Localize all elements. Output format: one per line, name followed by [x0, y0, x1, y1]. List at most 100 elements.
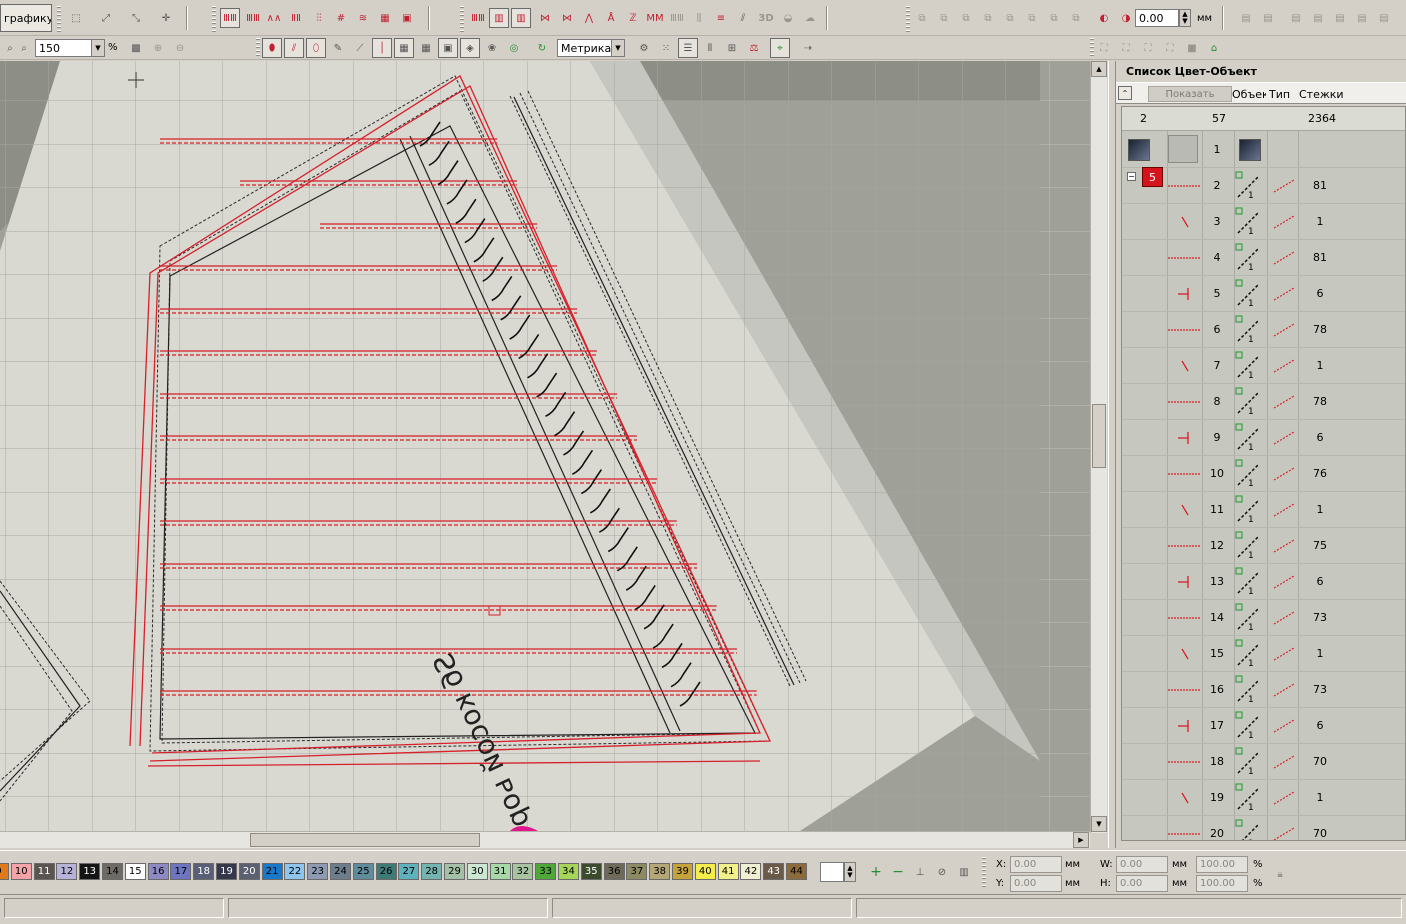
zoom-in-icon[interactable]: ⊕ — [148, 38, 168, 58]
column-icon[interactable]: ⅡⅡ — [286, 8, 306, 28]
color-swatch[interactable]: 31 — [489, 863, 511, 880]
list-item[interactable]: 1 5 6 — [1122, 276, 1405, 312]
list-item[interactable]: 1 2 81 — [1122, 168, 1405, 204]
export-icon[interactable]: ⇢ — [798, 38, 818, 58]
list-item[interactable]: 1 7 1 — [1122, 348, 1405, 384]
stitch-type-5-icon[interactable]: ⋈ — [557, 8, 577, 28]
color-swatch[interactable]: 32 — [512, 863, 534, 880]
combine-icon[interactable]: ⧉ — [912, 8, 932, 28]
distribute-icon[interactable]: ⧉ — [1066, 8, 1086, 28]
remove-color-icon[interactable]: − — [888, 862, 908, 882]
list-item[interactable]: 1 6 78 — [1122, 312, 1405, 348]
stitch-type-13-icon[interactable]: ⫽ — [733, 8, 753, 28]
color-swatch[interactable]: 34 — [558, 863, 579, 880]
horizontal-scrollbar[interactable]: ▶ — [0, 831, 1090, 848]
frame-2-icon[interactable]: ⛶ — [1116, 38, 1136, 58]
layer-1-icon[interactable]: ▤ — [1236, 8, 1256, 28]
applique-icon[interactable]: ▣ — [397, 8, 417, 28]
stitch-type-1-icon[interactable]: ⅢⅢ — [468, 8, 488, 28]
layer-3-icon[interactable]: ▤ — [1286, 8, 1306, 28]
palette-scroll-spinner[interactable]: ▲ ▼ — [844, 862, 856, 882]
lock-proportions-icon[interactable]: 🔒︎ — [1270, 864, 1290, 884]
zoom-combo[interactable]: 150 ▼ — [35, 39, 105, 57]
frame-3-icon[interactable]: ⛶ — [1138, 38, 1158, 58]
stitch-type-7-icon[interactable]: Å — [601, 8, 621, 28]
layer-5-icon[interactable]: ▤ — [1330, 8, 1350, 28]
wave-icon[interactable]: ≋ — [353, 8, 373, 28]
color-swatch[interactable]: 42 — [740, 863, 762, 880]
color-swatch[interactable]: 43 — [763, 863, 785, 880]
transform-icon[interactable]: ✛ — [156, 8, 176, 28]
needle-icon[interactable]: │ — [372, 38, 392, 58]
color-swatch[interactable]: 40 — [694, 863, 716, 880]
h-input[interactable]: 0.00 — [1116, 875, 1168, 892]
break-apart-icon[interactable]: ⧉ — [934, 8, 954, 28]
color-swatch[interactable]: 19 — [216, 863, 237, 880]
color-chip[interactable]: 5 — [1142, 167, 1163, 187]
thread-chart-icon[interactable]: ⊥ — [910, 862, 930, 882]
graph-mode-button[interactable]: графику — [0, 4, 52, 32]
w-percent-input[interactable]: 100.00 — [1196, 856, 1248, 873]
machine-icon[interactable]: ⌂ — [1204, 38, 1224, 58]
color-swatch[interactable]: 29 — [444, 863, 465, 880]
w-input[interactable]: 0.00 — [1116, 856, 1168, 873]
list-item[interactable]: 1 17 6 — [1122, 708, 1405, 744]
motif-icon[interactable]: ▦ — [375, 8, 395, 28]
hoop-icon[interactable]: ◒ — [778, 8, 798, 28]
object-view-icon[interactable]: ◈ — [460, 38, 480, 58]
scroll-right-icon[interactable]: ▶ — [1073, 832, 1089, 848]
frame-5-icon[interactable]: ■ — [1182, 38, 1202, 58]
units-combo[interactable]: Метрика ▼ — [557, 39, 625, 57]
stitch-type-9-icon[interactable]: ⅯⅯ — [645, 8, 665, 28]
list-item[interactable]: 1 20 70 — [1122, 816, 1405, 840]
toolbar-grip[interactable] — [906, 6, 910, 32]
node-select-icon[interactable]: ⌖ — [770, 38, 790, 58]
list-item[interactable]: 1 15 1 — [1122, 636, 1405, 672]
color-swatch[interactable]: 9 — [0, 863, 9, 880]
color-swatch[interactable]: 39 — [672, 863, 693, 880]
barcode-icon[interactable]: ⦀ — [700, 38, 720, 58]
list-item[interactable]: 1 19 1 — [1122, 780, 1405, 816]
stamp-icon[interactable]: ⊞ — [722, 38, 742, 58]
panel-splitter[interactable] — [1108, 61, 1116, 848]
toolbar-grip[interactable] — [57, 6, 61, 32]
align-center-icon[interactable]: ⧉ — [1044, 8, 1064, 28]
angle-input[interactable]: 0.00 — [1135, 9, 1179, 27]
design-canvas[interactable]: Ѕб косой ьор — [0, 61, 1090, 831]
collapse-icon[interactable]: ⌃ — [1118, 86, 1132, 100]
y-input[interactable]: 0.00 — [1010, 875, 1062, 892]
pen-icon[interactable]: ✎ — [328, 38, 348, 58]
color-swatch[interactable]: 30 — [466, 863, 488, 880]
align-right-icon[interactable]: ⧉ — [978, 8, 998, 28]
stitch-type-2-icon[interactable]: ▥ — [489, 8, 509, 28]
palette-list-icon[interactable]: ▥ — [954, 862, 974, 882]
chevron-down-icon[interactable]: ▼ — [611, 40, 624, 56]
h-percent-input[interactable]: 100.00 — [1196, 875, 1248, 892]
align-left-icon[interactable]: ⧉ — [956, 8, 976, 28]
zoom-box-icon[interactable]: ⌕ — [14, 38, 34, 58]
angle-spinner[interactable]: ▲ ▼ — [1179, 9, 1191, 27]
list-view-icon[interactable]: ☰ — [678, 38, 698, 58]
color-swatch[interactable]: 11 — [33, 863, 55, 880]
cross-stitch-icon[interactable]: # — [331, 8, 351, 28]
align-top-icon[interactable]: ⧉ — [1000, 8, 1020, 28]
color-swatch[interactable]: 21 — [261, 863, 283, 880]
add-color-icon[interactable]: + — [866, 862, 886, 882]
list-item[interactable]: 1 10 76 — [1122, 456, 1405, 492]
view-3d-button[interactable]: 3D — [755, 8, 777, 28]
rotate-icon[interactable]: ⤡ — [126, 8, 146, 28]
color-swatch[interactable]: 17 — [170, 863, 192, 880]
color-swatch[interactable]: 16 — [147, 863, 169, 880]
list-item[interactable]: 1 9 6 — [1122, 420, 1405, 456]
tree-collapse-icon[interactable]: − — [1127, 172, 1136, 181]
vertical-scrollbar[interactable]: ▲ ▼ — [1090, 61, 1107, 833]
color-swatch[interactable]: 10 — [10, 863, 32, 880]
run-stitch-icon[interactable]: ⅢⅢ — [220, 8, 240, 28]
grid-icon[interactable]: ▦ — [394, 38, 414, 58]
toolbar-grip[interactable] — [460, 6, 464, 32]
color-swatch[interactable]: 36 — [603, 863, 625, 880]
stitch-type-3-icon[interactable]: ▥ — [511, 8, 531, 28]
color-swatch[interactable]: 24 — [330, 863, 351, 880]
scroll-down-icon[interactable]: ▼ — [1091, 816, 1107, 832]
list-item[interactable]: 1 3 1 — [1122, 204, 1405, 240]
